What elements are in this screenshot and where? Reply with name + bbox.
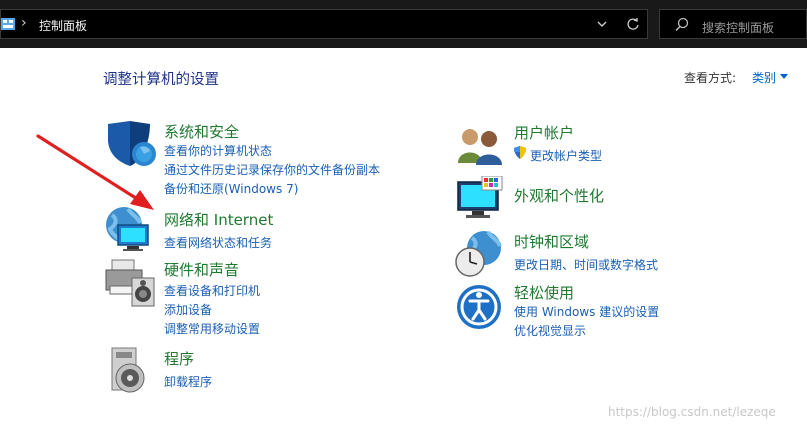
programs-disc-icon [111, 347, 145, 393]
link-change-account-type[interactable]: 更改帐户类型 [530, 147, 602, 164]
breadcrumb-control-panel[interactable]: 控制面板 [39, 17, 87, 34]
link-optimize-visual-display[interactable]: 优化视觉显示 [514, 322, 586, 339]
page-title: 调整计算机的设置 [103, 72, 219, 88]
search-icon [675, 17, 689, 32]
control-panel-icon [1, 18, 15, 30]
search-placeholder[interactable]: 搜索控制面板 [702, 19, 774, 36]
category-clock-region[interactable]: 时钟和区域 [514, 231, 589, 252]
category-appearance[interactable]: 外观和个性化 [514, 185, 604, 206]
ease-of-access-icon [457, 285, 501, 329]
category-system-security[interactable]: 系统和安全 [164, 121, 239, 142]
watermark: https://blog.csdn.net/lezeqe [608, 405, 776, 419]
link-view-computer-status[interactable]: 查看你的计算机状态 [164, 142, 272, 159]
refresh-icon[interactable] [625, 16, 641, 32]
annotation-arrow [36, 134, 154, 210]
link-network-status-tasks[interactable]: 查看网络状态和任务 [164, 234, 272, 251]
chevron-down-icon[interactable] [595, 17, 609, 31]
link-devices-printers[interactable]: 查看设备和打印机 [164, 282, 260, 299]
link-add-device[interactable]: 添加设备 [164, 301, 212, 318]
link-backup-restore[interactable]: 备份和还原(Windows 7) [164, 180, 298, 197]
link-uninstall-program[interactable]: 卸载程序 [164, 373, 212, 390]
view-by-dropdown[interactable]: 类别 [752, 69, 776, 86]
clock-globe-icon [455, 230, 502, 277]
link-recommended-settings[interactable]: 使用 Windows 建议的设置 [514, 303, 659, 320]
title-bar: › 控制面板 搜索控制面板 [0, 0, 807, 48]
category-hardware-sound[interactable]: 硬件和声音 [164, 259, 239, 280]
breadcrumb-separator: › [21, 15, 27, 31]
uac-shield-icon [514, 146, 526, 159]
search-box[interactable]: 搜索控制面板 [659, 9, 807, 39]
category-ease-of-access[interactable]: 轻松使用 [514, 282, 574, 303]
printer-speaker-icon [105, 259, 155, 307]
category-network-internet[interactable]: 网络和 Internet [164, 209, 273, 230]
link-change-date-time-format[interactable]: 更改日期、时间或数字格式 [514, 256, 658, 273]
appearance-monitor-icon [457, 176, 503, 218]
link-mobility-settings[interactable]: 调整常用移动设置 [164, 320, 260, 337]
category-programs[interactable]: 程序 [164, 348, 194, 369]
caret-down-icon[interactable] [780, 74, 788, 79]
view-by-label: 查看方式: [684, 71, 737, 85]
user-accounts-icon [458, 129, 502, 165]
link-file-history-backup[interactable]: 通过文件历史记录保存你的文件备份副本 [164, 161, 380, 178]
category-user-accounts[interactable]: 用户帐户 [514, 122, 574, 143]
address-bar[interactable]: › 控制面板 [0, 9, 648, 39]
